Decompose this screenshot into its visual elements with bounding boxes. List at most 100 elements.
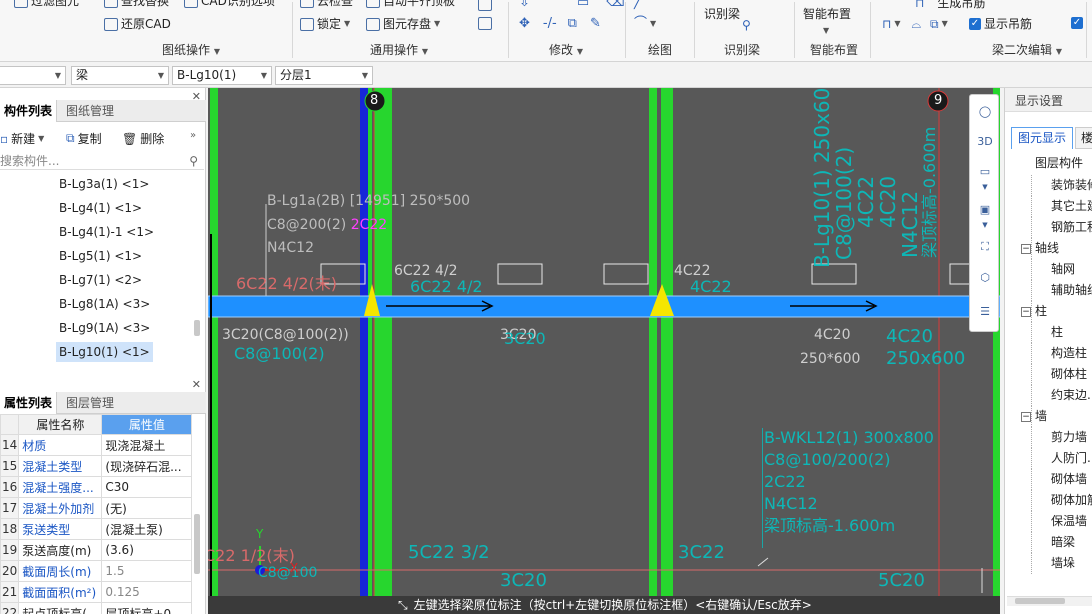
copy-span-icon[interactable]: ⧉ [930, 17, 939, 31]
move-icon[interactable]: ⇳ [519, 0, 530, 10]
line-tool-button[interactable]: ╱ [634, 0, 642, 10]
layer-select[interactable]: 分层1 ▼ [275, 66, 373, 85]
show-hanger-checkbox[interactable]: ✓ 显示吊筋 [969, 17, 1032, 31]
property-row[interactable]: 17 混凝土外加剂 (无) [0, 497, 193, 519]
layer-tree-group[interactable]: − 轴线 [1021, 238, 1059, 258]
view-3d-icon[interactable]: 3D [975, 131, 995, 151]
component-list-item[interactable]: B-Lg3a(1) <1> [56, 174, 152, 194]
beam-section-chevron[interactable]: ▼ [894, 17, 900, 31]
property-row[interactable]: 21 截面面积(m²) 0.125 [0, 581, 193, 603]
layer-tree-item[interactable]: 砌体柱 [1051, 364, 1087, 384]
component-select[interactable]: B-Lg10(1) ▼ [172, 66, 272, 85]
layer-tree-item[interactable]: 暗梁 [1051, 532, 1075, 552]
property-row[interactable]: 14 材质 现浇混凝土 [0, 434, 193, 456]
cloud-check-button[interactable]: 云检查 [300, 0, 353, 8]
property-row[interactable]: 19 泵送高度(m) (3.6) [0, 539, 193, 561]
close-icon[interactable]: ✕ [192, 378, 201, 391]
smart-layout-chevron[interactable]: ▼ [823, 24, 829, 38]
property-row[interactable]: 18 泵送类型 (混凝土泵) [0, 518, 193, 540]
component-list-item[interactable]: B-Lg9(1A) <3> [56, 318, 153, 338]
collapse-toggle-icon[interactable]: − [1021, 243, 1031, 254]
layer-tree-item[interactable]: 轴网 [1051, 259, 1075, 279]
tab-drawing-management[interactable]: 图纸管理 [62, 100, 118, 122]
find-replace-button[interactable]: 查找替换 [104, 0, 169, 8]
copy-tool-button[interactable] [478, 17, 492, 30]
beam-edit-row2[interactable]: ⊓ ▼ ⌓ ⧉ ▼ [882, 17, 948, 31]
copy-component-button[interactable]: ⧉ 复制 [66, 130, 102, 147]
layer-tree-item[interactable]: 约束边... [1051, 385, 1092, 405]
filter-elements-button[interactable]: 过滤图元 [14, 0, 79, 8]
fit-view-icon[interactable]: ⛶ [975, 237, 995, 257]
property-value[interactable]: C30 [101, 476, 193, 498]
property-row[interactable]: 16 混凝土强度... C30 [0, 476, 193, 498]
identify-beam-sub-icon[interactable]: ⚲ [742, 18, 751, 32]
isolate-view-icon[interactable]: ⬡ [975, 267, 995, 287]
property-value[interactable]: 现浇混凝土 [101, 434, 193, 456]
more-icon[interactable]: » [190, 130, 196, 141]
layer-tree-item[interactable]: 其它土建 [1051, 196, 1092, 216]
selected-beam[interactable] [208, 295, 1000, 318]
hanger-icon[interactable]: ⊓ [915, 0, 924, 10]
property-value[interactable]: (无) [101, 497, 193, 519]
rename-icon[interactable]: ✎ [590, 17, 601, 31]
collapse-toggle-icon[interactable]: − [1021, 411, 1031, 422]
property-row[interactable]: 20 截面周长(m) 1.5 [0, 560, 193, 582]
layer-tree-item[interactable]: 柱 [1051, 322, 1063, 342]
layer-tree-item[interactable]: 装饰装修 [1051, 175, 1092, 195]
beam-section-icon[interactable]: ⊓ [882, 17, 891, 31]
layer-view-icon[interactable]: ☰ [975, 301, 995, 321]
cad-options-button[interactable]: CAD识别选项 [184, 0, 275, 8]
layer-tree-group[interactable]: − 柱 [1021, 301, 1047, 321]
identify-beam-button[interactable]: 识别梁 [704, 7, 740, 21]
component-list-item[interactable]: B-Lg8(1A) <3> [56, 294, 153, 314]
new-component-button[interactable]: ▫ 新建 ▼ [0, 130, 44, 147]
component-list-item[interactable]: B-Lg5(1) <1> [56, 246, 145, 266]
tab-component-list[interactable]: 构件列表 [0, 100, 58, 122]
component-search-input[interactable]: 搜索构件... ⚲ [0, 152, 204, 170]
modify-tools-row1[interactable]: ⇳ ⌒ ▭ ⌫ [519, 0, 625, 10]
extra-checkbox[interactable]: ✓ [1071, 17, 1083, 29]
arc-tool-button[interactable]: ⌒ ▼ [634, 17, 656, 31]
layer-tree-item[interactable]: 剪力墙 [1051, 427, 1087, 447]
erase-icon[interactable]: ⌫ [606, 0, 624, 10]
smart-layout-button[interactable]: 智能布置 [803, 7, 851, 21]
property-value[interactable]: 1.5 [101, 560, 193, 582]
layer-tree-item[interactable]: 构造柱 [1051, 343, 1087, 363]
property-value[interactable]: (现浇碎石混... [101, 455, 193, 477]
join-icon[interactable]: ⧉ [568, 17, 577, 31]
element-save-button[interactable]: 图元存盘 ▼ [366, 17, 440, 31]
component-list-item[interactable]: B-Lg7(1) <2> [56, 270, 145, 290]
grid-tool-button[interactable] [478, 0, 492, 11]
chevron-down-icon[interactable]: ▼ [975, 177, 995, 197]
component-list-item[interactable]: B-Lg4(1) <1> [56, 198, 145, 218]
layer-tree-item[interactable]: 钢筋工程 [1051, 217, 1092, 237]
offset-icon[interactable]: ⌒ [547, 0, 560, 10]
mirror-icon[interactable]: ▭ [577, 0, 589, 10]
lock-button[interactable]: 锁定 ▼ [300, 17, 350, 31]
property-scrollbar[interactable] [194, 514, 200, 574]
list-scrollbar[interactable] [194, 320, 200, 336]
view-3d-orbit-icon[interactable]: ◯ [975, 101, 995, 121]
layer-tree-item[interactable]: 砌体加筋 [1051, 490, 1092, 510]
beam-span-icon[interactable]: ⌒ [882, 0, 894, 10]
arch-icon[interactable]: ⌓ [912, 17, 922, 31]
property-value[interactable]: (混凝土泵) [101, 518, 193, 540]
layer-tree-group[interactable]: − 墙 [1021, 406, 1047, 426]
break-icon[interactable]: -/- [543, 17, 557, 31]
delete-component-button[interactable]: 🗑 删除 [122, 130, 164, 147]
restore-cad-button[interactable]: 还原CAD [104, 17, 171, 31]
layer-tree-item[interactable]: 人防门... [1051, 448, 1092, 468]
tab-element-display[interactable]: 图元显示 [1011, 127, 1073, 149]
element-type-select[interactable]: 梁 ▼ [71, 66, 169, 85]
horizontal-scrollbar-thumb[interactable] [1015, 598, 1065, 604]
property-value[interactable]: 层顶标高+0... [101, 602, 193, 614]
chevron-down-icon[interactable]: ▼ [942, 17, 948, 31]
beam-edit-row1[interactable]: ⌒ ⊓ 生成吊筋 [882, 0, 985, 10]
tab-layer-management[interactable]: 图层管理 [62, 392, 118, 414]
layer-tree-item[interactable]: 墙垛 [1051, 553, 1075, 573]
floor-select[interactable]: ▼ [0, 66, 66, 85]
close-icon[interactable]: ✕ [192, 90, 201, 103]
chevron-down-icon[interactable]: ▼ [975, 215, 995, 235]
drawing-canvas[interactable]: 8 9 B-Lg1a(2B) [14951] 250*500 C8@200(2)… [208, 88, 1000, 614]
layer-tree-item[interactable]: 辅助轴线 [1051, 280, 1092, 300]
